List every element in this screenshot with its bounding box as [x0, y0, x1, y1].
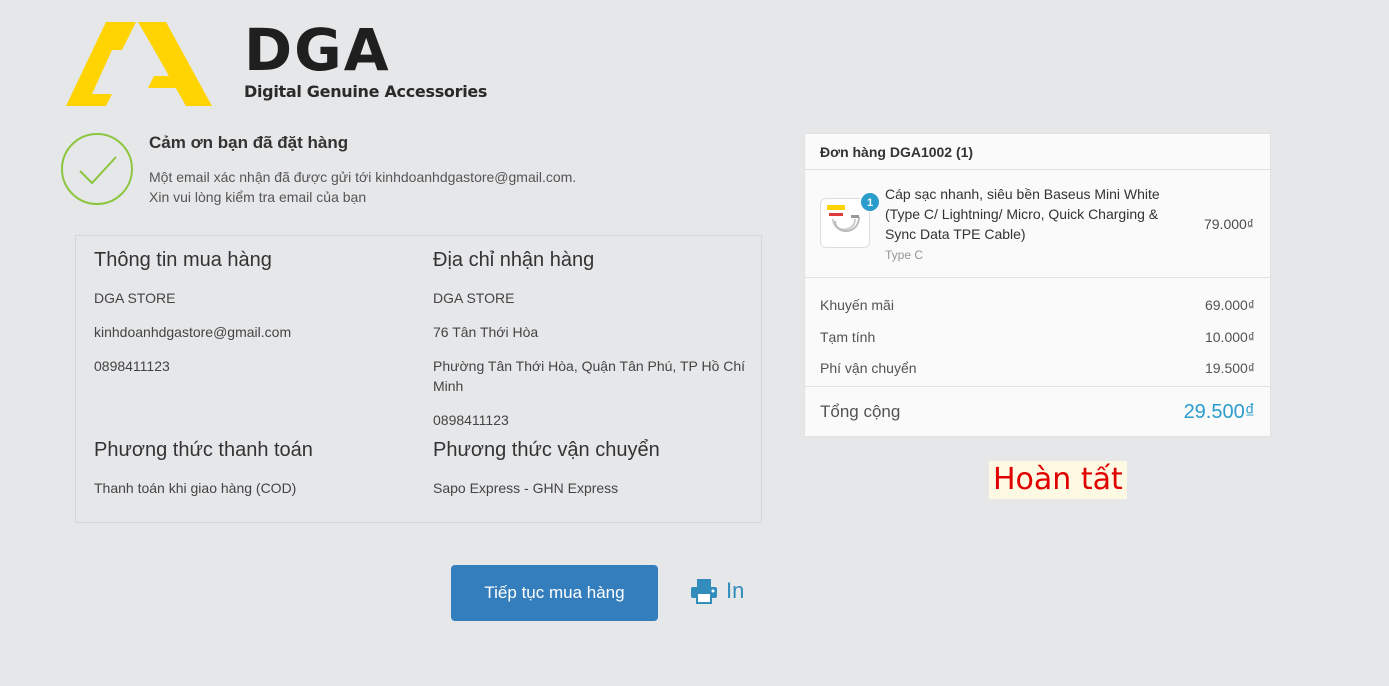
purchase-info-title: Thông tin mua hàng	[94, 249, 272, 271]
brand-logo[interactable]: DGA Digital Genuine Accessories	[66, 18, 496, 108]
product-variant: Type C	[885, 248, 924, 262]
customer-name: DGA STORE	[94, 290, 176, 306]
subtotal-label: Tạm tính	[820, 328, 876, 345]
subtotal-value: 10.000₫	[1204, 328, 1255, 345]
discount-line: Khuyến mãi 69.000₫	[820, 290, 1255, 322]
total-value: 29.500₫	[1183, 400, 1255, 423]
customer-email: kinhdoanhdgastore@gmail.com	[94, 324, 292, 340]
product-price: 79.000₫	[1203, 216, 1254, 232]
payment-method: Phương thức thanh toán Thanh toán khi gi…	[94, 438, 414, 512]
recipient-name: DGA STORE	[433, 290, 515, 306]
recipient-phone: 0898411123	[433, 412, 509, 428]
print-label: In	[726, 578, 745, 603]
order-item: 1 Cáp sạc nhanh, siêu bền Baseus Mini Wh…	[805, 170, 1270, 278]
shipping-address: Địa chỉ nhận hàng DGA STORE 76 Tân Thới …	[433, 248, 753, 444]
shipping-address-title: Địa chỉ nhận hàng	[433, 249, 595, 271]
order-info-box: Thông tin mua hàng DGA STORE kinhdoanhdg…	[75, 235, 762, 523]
shipping-fee-line: Phí vận chuyển 19.500₫	[820, 353, 1255, 385]
shipping-fee-value: 19.500₫	[1204, 360, 1255, 376]
shipping-method-title: Phương thức vận chuyển	[433, 439, 660, 461]
address-area: Phường Tân Thới Hòa, Quận Tân Phú, TP Hồ…	[433, 358, 746, 394]
shipping-method: Phương thức vận chuyển Sapo Express - GH…	[433, 438, 753, 512]
order-summary: Đơn hàng DGA1002 (1) 1 Cáp sạc nhanh, si…	[804, 133, 1271, 437]
product-name: Cáp sạc nhanh, siêu bền Baseus Mini Whit…	[885, 186, 1160, 242]
printer-icon	[691, 579, 717, 604]
order-lines: Khuyến mãi 69.000₫ Tạm tính 10.000₫ Phí …	[805, 278, 1270, 387]
thank-you-section: Cảm ơn bạn đã đặt hàng Một email xác nhậ…	[61, 133, 751, 213]
check-icon	[61, 133, 133, 205]
payment-method-value: Thanh toán khi giao hàng (COD)	[94, 480, 297, 496]
payment-method-title: Phương thức thanh toán	[94, 439, 313, 461]
order-summary-header[interactable]: Đơn hàng DGA1002 (1)	[805, 134, 1270, 170]
status-label: Hoàn tất	[989, 461, 1127, 499]
thank-you-title: Cảm ơn bạn đã đặt hàng	[149, 133, 349, 152]
continue-shopping-button[interactable]: Tiếp tục mua hàng	[451, 565, 658, 621]
total-label: Tổng cộng	[820, 402, 901, 421]
confirmation-email-text: Một email xác nhận đã được gửi tới kinhd…	[149, 169, 577, 185]
check-email-text: Xin vui lòng kiểm tra email của bạn	[149, 189, 367, 205]
shipping-fee-label: Phí vận chuyển	[820, 360, 917, 376]
logo-mark-icon	[66, 22, 212, 106]
purchase-info: Thông tin mua hàng DGA STORE kinhdoanhdg…	[94, 248, 414, 390]
address-street: 76 Tân Thới Hòa	[433, 324, 539, 340]
discount-label: Khuyến mãi	[820, 297, 894, 313]
shipping-method-value: Sapo Express - GHN Express	[433, 480, 619, 496]
brand-name: DGA	[244, 16, 391, 84]
discount-value: 69.000₫	[1204, 297, 1255, 313]
brand-tagline: Digital Genuine Accessories	[244, 82, 488, 101]
customer-phone: 0898411123	[94, 358, 170, 374]
total-line: Tổng cộng 29.500₫	[805, 387, 1270, 437]
quantity-badge: 1	[860, 192, 880, 212]
print-button[interactable]: In	[690, 578, 744, 604]
subtotal-line: Tạm tính 10.000₫	[820, 322, 1255, 354]
